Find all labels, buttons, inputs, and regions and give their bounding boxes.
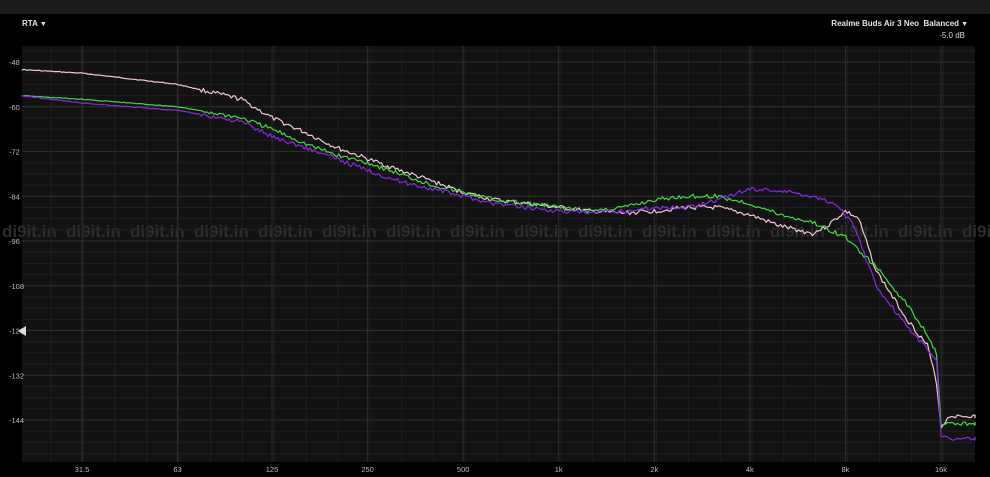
- offset-readout: -5.0 dB: [939, 31, 965, 40]
- plot-background: [22, 46, 975, 462]
- x-tick-label: 4k: [746, 465, 754, 474]
- y-axis: -48-60-72-84-96-108-120-132-144: [9, 58, 24, 425]
- y-tick-label: -84: [9, 192, 20, 201]
- device-preset-dropdown[interactable]: Realme Buds Air 3 Neo Balanced ▼: [831, 19, 968, 28]
- watermark-layer: di9it.in di9it.in di9it.in di9it.in di9it.in…: [2, 222, 990, 241]
- x-tick-label: 16k: [935, 465, 947, 474]
- rta-plot: di9it.in di9it.in di9it.in di9it.in di9it.in…: [2, 46, 990, 474]
- x-tick-label: 1k: [555, 465, 563, 474]
- x-tick-label: 8k: [841, 465, 849, 474]
- y-tick-label: -48: [9, 58, 20, 67]
- rta-mode-dropdown[interactable]: RTA ▼: [22, 19, 47, 28]
- preset-label: Balanced: [923, 19, 960, 28]
- watermark-text: di9it.in: [130, 222, 185, 241]
- level-handle-icon[interactable]: [18, 326, 26, 336]
- rta-window: di9it.in di9it.in di9it.in di9it.in di9it.in…: [0, 0, 990, 477]
- x-tick-label: 125: [266, 465, 279, 474]
- rta-mode-label: RTA: [22, 19, 38, 28]
- device-label: Realme Buds Air 3 Neo: [831, 19, 920, 28]
- caret-down-icon: ▼: [39, 21, 47, 28]
- watermark-text: di9it.in: [898, 222, 953, 241]
- y-tick-label: -144: [9, 416, 24, 425]
- watermark-text: di9it.in: [386, 222, 441, 241]
- watermark-text: di9it.in: [194, 222, 249, 241]
- watermark-text: di9it.in: [962, 222, 990, 241]
- x-tick-label: 250: [361, 465, 374, 474]
- watermark-text: di9it.in: [322, 222, 377, 241]
- watermark-text: di9it.in: [450, 222, 505, 241]
- y-tick-label: -108: [9, 282, 24, 291]
- x-tick-label: 63: [173, 465, 181, 474]
- x-axis: 31.5 63 125 250 500 1k 2k 4k 8k 16k: [75, 465, 948, 474]
- x-tick-label: 2k: [650, 465, 658, 474]
- caret-down-icon: ▼: [961, 21, 968, 28]
- x-tick-label: 31.5: [75, 465, 90, 474]
- y-tick-label: -72: [9, 148, 20, 157]
- y-tick-label: -96: [9, 237, 20, 246]
- x-tick-label: 500: [457, 465, 470, 474]
- y-tick-label: -60: [9, 103, 20, 112]
- watermark-text: di9it.in: [706, 222, 761, 241]
- watermark-text: di9it.in: [66, 222, 121, 241]
- y-tick-label: -132: [9, 371, 24, 380]
- watermark-text: di9it.in: [258, 222, 313, 241]
